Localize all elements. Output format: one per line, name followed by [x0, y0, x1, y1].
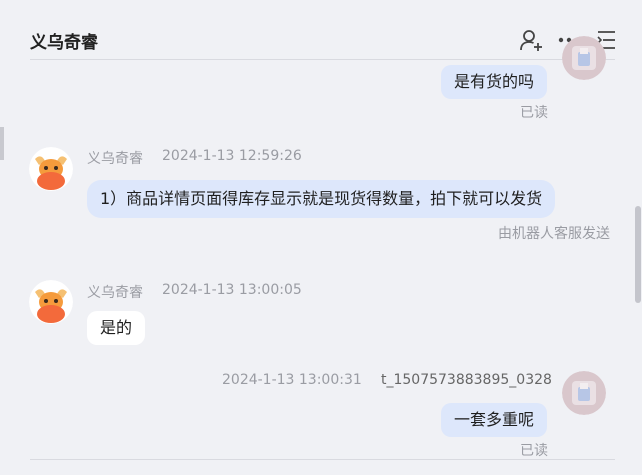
scrollbar-thumb[interactable] — [635, 206, 641, 303]
message-time: 2024-1-13 13:00:05 — [162, 282, 302, 298]
message-bubble: 是的 — [87, 311, 146, 345]
message-bubble: 一套多重呢 — [441, 403, 548, 437]
bot-sent-note: 由机器人客服发送 — [498, 226, 610, 242]
contact-avatar[interactable] — [29, 280, 73, 324]
message-bubble: 是有货的吗 — [441, 65, 548, 99]
header-divider — [30, 59, 615, 60]
read-status: 已读 — [520, 105, 548, 121]
read-status: 已读 — [520, 443, 548, 459]
input-divider — [30, 459, 615, 460]
message-bubble: 1）商品详情页面得库存显示就是现货得数量，拍下就可以发货 — [87, 180, 556, 218]
chat-header: 义乌奇睿 — [0, 0, 642, 60]
side-collapse-handle[interactable] — [0, 127, 4, 160]
chat-title: 义乌奇睿 — [30, 33, 98, 53]
my-avatar — [562, 36, 606, 80]
add-user-icon[interactable] — [519, 28, 543, 52]
message-time: 2024-1-13 12:59:26 — [162, 148, 302, 164]
contact-avatar[interactable] — [29, 147, 73, 191]
sender-name: 义乌奇睿 — [87, 285, 143, 301]
my-avatar — [562, 371, 606, 415]
sender-name: t_1507573883895_0328 — [381, 372, 552, 388]
message-time: 2024-1-13 13:00:31 — [222, 372, 362, 388]
sender-name: 义乌奇睿 — [87, 151, 143, 167]
